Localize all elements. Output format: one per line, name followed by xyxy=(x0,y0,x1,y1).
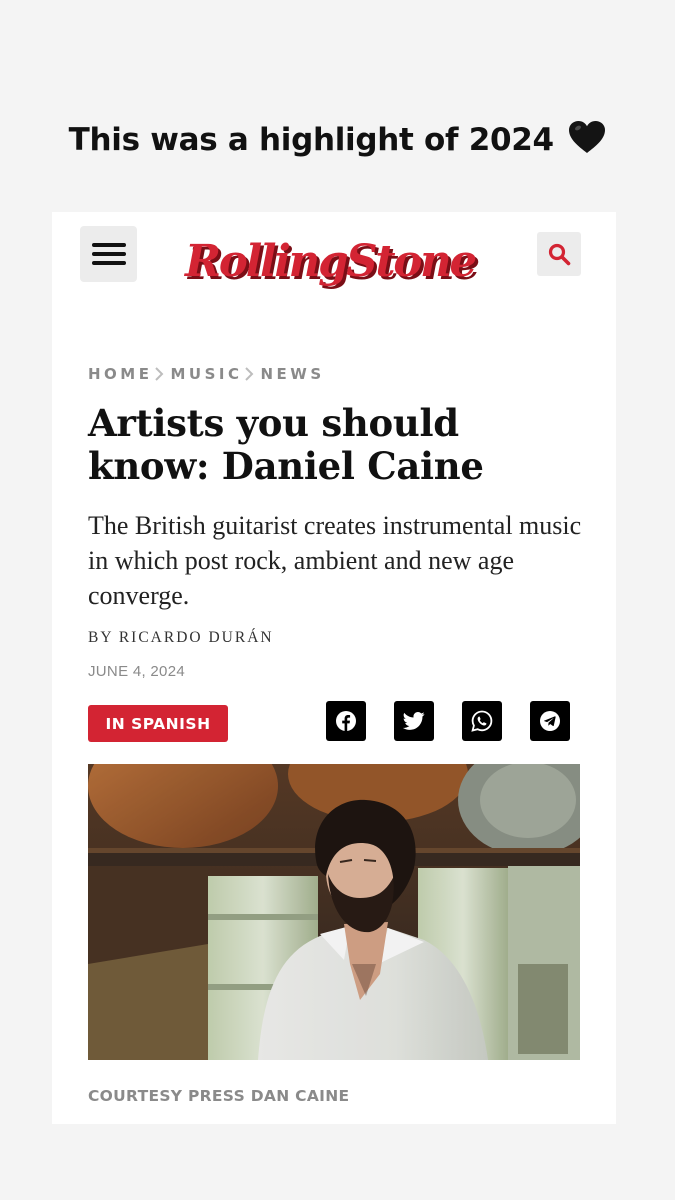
facebook-icon xyxy=(336,711,356,731)
telegram-icon xyxy=(540,711,560,731)
in-spanish-button[interactable]: IN SPANISH xyxy=(88,705,228,742)
breadcrumb: HOME MUSIC NEWS xyxy=(88,364,325,384)
article-date: JUNE 4, 2024 xyxy=(88,663,185,680)
rolling-stone-logo[interactable]: RollingStone RollingStone xyxy=(183,226,484,296)
article-subhead: The British guitarist creates instrument… xyxy=(88,511,582,610)
twitter-share-button[interactable] xyxy=(394,701,434,741)
whatsapp-icon xyxy=(471,710,493,732)
hero-photo-illustration xyxy=(88,764,580,1060)
breadcrumb-home[interactable]: HOME xyxy=(88,365,152,383)
search-icon[interactable] xyxy=(537,232,581,276)
telegram-share-button[interactable] xyxy=(530,701,570,741)
article-byline[interactable]: BY RICARDO DURÁN xyxy=(88,629,274,647)
facebook-share-button[interactable] xyxy=(326,701,366,741)
share-buttons xyxy=(326,701,570,741)
hero-photo[interactable] xyxy=(88,764,580,1060)
article-headline: Artists you should know: Daniel Caine xyxy=(88,401,484,488)
twitter-icon xyxy=(403,712,425,730)
article-card: RollingStone RollingStone HOME MUSIC NEW… xyxy=(52,212,616,1124)
black-heart-icon xyxy=(568,120,606,162)
hamburger-menu-icon[interactable] xyxy=(80,226,137,282)
story-caption: This was a highlight of 2024 xyxy=(0,120,675,162)
photo-credit: COURTESY PRESS DAN CAINE xyxy=(88,1087,350,1105)
logo-text: RollingStone xyxy=(184,236,476,287)
breadcrumb-music[interactable]: MUSIC xyxy=(170,365,242,383)
breadcrumb-news[interactable]: NEWS xyxy=(260,365,324,383)
chevron-right-icon xyxy=(154,366,164,382)
chevron-right-icon xyxy=(244,366,254,382)
whatsapp-share-button[interactable] xyxy=(462,701,502,741)
story-caption-text: This was a highlight of 2024 xyxy=(68,122,554,158)
